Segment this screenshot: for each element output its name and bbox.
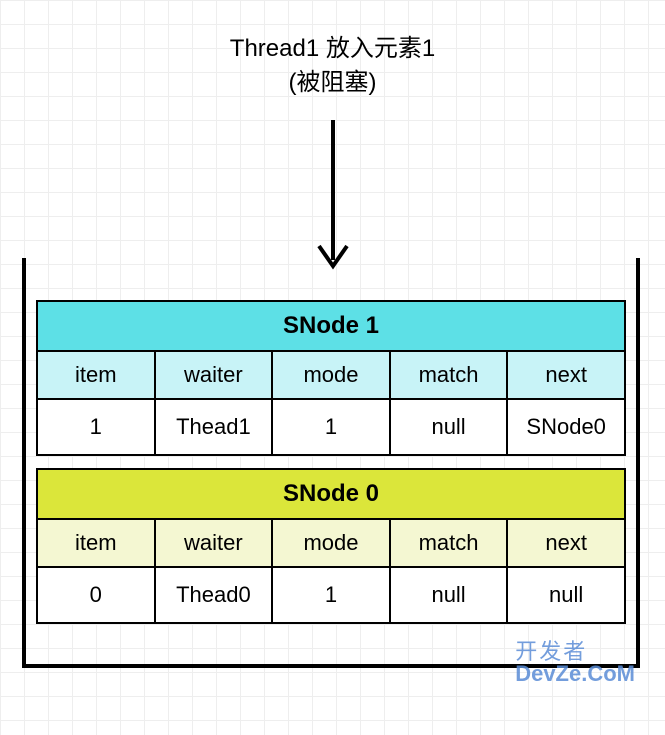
header-item: item — [38, 352, 156, 400]
snode1-values: 1 Thead1 1 null SNode0 — [36, 400, 626, 456]
arrow-down-icon — [313, 120, 353, 275]
caption-line1: Thread1 放入元素1 — [0, 32, 665, 66]
value-match: null — [391, 400, 509, 456]
header-match: match — [391, 520, 509, 568]
caption-line2: (被阻塞) — [0, 66, 665, 100]
value-mode: 1 — [273, 400, 391, 456]
header-item: item — [38, 520, 156, 568]
watermark: 开发者 DevZe.CoM — [515, 641, 635, 685]
watermark-line2: DevZe.CoM — [515, 663, 635, 685]
snode0: SNode 0 item waiter mode match next 0 Th… — [36, 468, 626, 624]
header-next: next — [508, 520, 626, 568]
value-item: 1 — [38, 400, 156, 456]
header-next: next — [508, 352, 626, 400]
header-match: match — [391, 352, 509, 400]
value-mode: 1 — [273, 568, 391, 624]
stack-container: SNode 1 item waiter mode match next 1 Th… — [22, 258, 640, 668]
snode0-headers: item waiter mode match next — [36, 520, 626, 568]
snode1-title: SNode 1 — [36, 300, 626, 352]
header-waiter: waiter — [156, 520, 274, 568]
header-mode: mode — [273, 352, 391, 400]
value-next: SNode0 — [508, 400, 626, 456]
header-mode: mode — [273, 520, 391, 568]
value-match: null — [391, 568, 509, 624]
value-next: null — [508, 568, 626, 624]
caption: Thread1 放入元素1 (被阻塞) — [0, 32, 665, 99]
snode0-values: 0 Thead0 1 null null — [36, 568, 626, 624]
watermark-line1: 开发者 — [515, 641, 635, 663]
value-waiter: Thead0 — [156, 568, 274, 624]
value-item: 0 — [38, 568, 156, 624]
snode1-headers: item waiter mode match next — [36, 352, 626, 400]
header-waiter: waiter — [156, 352, 274, 400]
value-waiter: Thead1 — [156, 400, 274, 456]
snode0-title: SNode 0 — [36, 468, 626, 520]
snode1: SNode 1 item waiter mode match next 1 Th… — [36, 300, 626, 456]
